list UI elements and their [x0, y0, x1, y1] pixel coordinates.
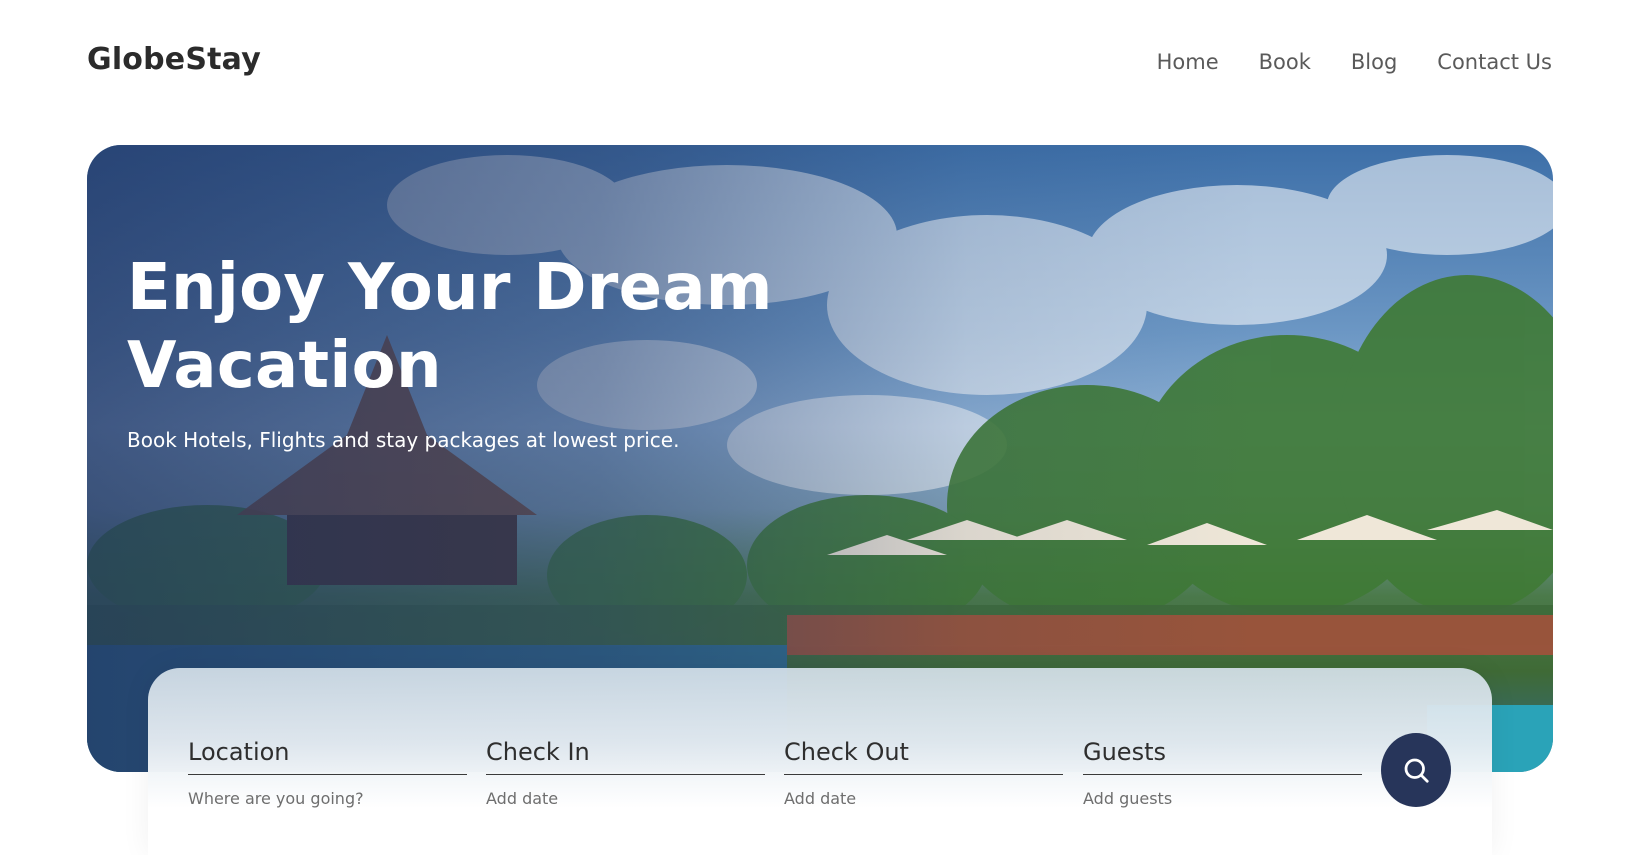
search-panel: Location Where are you going? Check In A…: [148, 668, 1492, 855]
search-button[interactable]: [1381, 733, 1451, 807]
guests-input[interactable]: Add guests: [1083, 789, 1362, 808]
check-in-input[interactable]: Add date: [486, 789, 765, 808]
nav-home[interactable]: Home: [1157, 50, 1219, 74]
guests-field[interactable]: Guests Add guests: [1083, 738, 1362, 808]
nav-contact-us[interactable]: Contact Us: [1437, 50, 1552, 74]
nav-blog[interactable]: Blog: [1351, 50, 1397, 74]
site-header: GlobeStay Home Book Blog Contact Us: [0, 0, 1644, 130]
guests-label: Guests: [1083, 738, 1362, 775]
brand-logo[interactable]: GlobeStay: [87, 42, 261, 77]
check-out-field[interactable]: Check Out Add date: [784, 738, 1063, 808]
check-in-field[interactable]: Check In Add date: [486, 738, 765, 808]
main-nav: Home Book Blog Contact Us: [1157, 50, 1552, 74]
check-out-label: Check Out: [784, 738, 1063, 775]
search-icon: [1404, 758, 1429, 783]
location-input[interactable]: Where are you going?: [188, 789, 467, 808]
hero-title: Enjoy Your Dream Vacation: [127, 251, 773, 403]
check-out-input[interactable]: Add date: [784, 789, 1063, 808]
hero-subtitle: Book Hotels, Flights and stay packages a…: [127, 428, 680, 452]
nav-book[interactable]: Book: [1259, 50, 1311, 74]
location-label: Location: [188, 738, 467, 775]
location-field[interactable]: Location Where are you going?: [188, 738, 467, 808]
check-in-label: Check In: [486, 738, 765, 775]
